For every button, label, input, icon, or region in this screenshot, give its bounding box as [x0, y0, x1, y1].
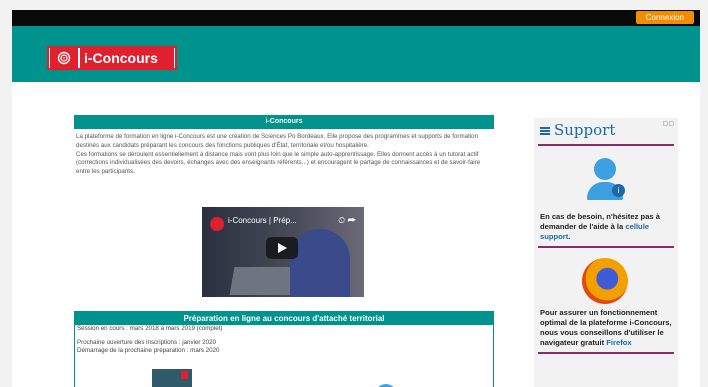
- firefox-icon: [534, 248, 678, 304]
- intro-paragraph-1: La plateforme de formation en ligne i-Co…: [76, 133, 479, 149]
- support-header: Support ▢▢: [534, 118, 678, 144]
- window-controls-icon[interactable]: ▢▢: [663, 120, 674, 127]
- help-text: En cas de besoin, n'hésitez pas à demand…: [540, 212, 660, 241]
- play-icon[interactable]: [266, 237, 298, 259]
- browser-frame: Connexion i-Concours i-Concours La plate…: [0, 0, 708, 387]
- prep-box: Préparation en ligne au concours d'attac…: [74, 311, 494, 387]
- prep-start: Démarrage de la prochaine préparation : …: [77, 347, 220, 355]
- firefox-link[interactable]: Firefox: [606, 338, 631, 347]
- support-title: Support: [554, 121, 616, 139]
- prep-opening: Prochaine ouverture des inscriptions : j…: [77, 338, 216, 346]
- video-player[interactable]: i-Concours | Prép... ⏲ ➦: [202, 207, 364, 297]
- intro-box-title: i-Concours: [74, 115, 494, 129]
- video-person: [290, 229, 350, 297]
- main-content: i-Concours La plateforme de formation en…: [74, 115, 494, 297]
- help-user-icon: i: [534, 146, 678, 208]
- prep-box-title: Préparation en ligne au concours d'attac…: [75, 312, 493, 325]
- divider: [538, 352, 674, 354]
- page: Connexion i-Concours i-Concours La plate…: [12, 10, 700, 387]
- video-title[interactable]: i-Concours | Prép...: [228, 216, 297, 225]
- logo-text: i-Concours: [80, 48, 174, 68]
- prep-session: Session en cours : mars 2018 à mars 2019…: [77, 325, 223, 332]
- top-bar: Connexion: [12, 10, 700, 26]
- firefox-text: Pour assurer un fonctionnement optimal d…: [540, 308, 672, 347]
- logo-mark-icon: [50, 48, 78, 68]
- video-share-icon[interactable]: ⏲ ➦: [338, 215, 356, 226]
- list-icon: [540, 127, 550, 135]
- video-channel-icon: [210, 217, 224, 231]
- support-sidebar: Support ▢▢ i En cas de besoin, n'hésitez…: [534, 118, 678, 387]
- header: i-Concours: [12, 26, 700, 82]
- login-button[interactable]: Connexion: [635, 11, 694, 24]
- logo[interactable]: i-Concours: [47, 46, 177, 70]
- prep-brochure-image[interactable]: [152, 369, 192, 387]
- intro-paragraph-2: Ces formations se déroulent essentiellem…: [76, 150, 481, 176]
